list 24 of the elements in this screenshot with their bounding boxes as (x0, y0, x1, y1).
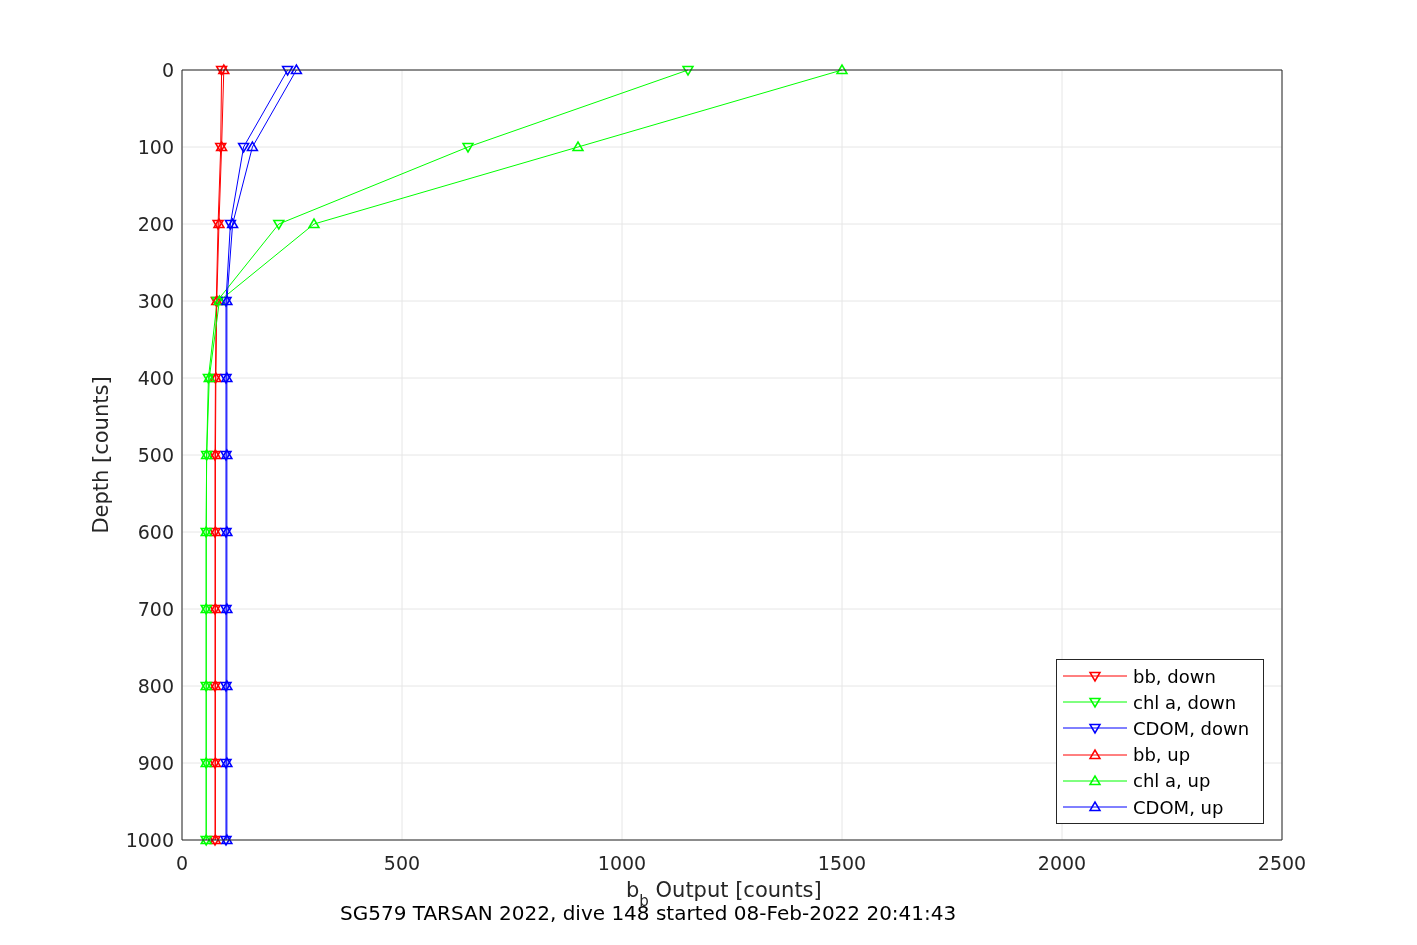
legend-label: bb, up (1133, 744, 1191, 766)
y-tick-label: 1000 (125, 829, 174, 851)
y-tick-label: 200 (137, 213, 174, 235)
legend-label: chl a, up (1133, 770, 1211, 792)
y-tick-label: 600 (137, 521, 174, 543)
x-tick-label: 1500 (817, 852, 867, 874)
x-tick-label: 2000 (1037, 852, 1087, 874)
x-tick-label: 0 (175, 852, 189, 874)
x-tick-label: 2500 (1257, 852, 1307, 874)
legend-label: CDOM, down (1133, 717, 1250, 739)
y-tick-label: 700 (137, 598, 174, 620)
y-tick-label: 0 (161, 59, 174, 81)
legend-label: chl a, down (1133, 691, 1237, 713)
y-tick-label: 300 (137, 290, 174, 312)
x-tick-label: 1000 (597, 852, 647, 874)
x-tick-label: 500 (383, 852, 421, 874)
y-tick-label: 900 (137, 752, 174, 774)
legend-label: CDOM, up (1133, 796, 1224, 818)
y-axis-label: Depth [counts] (89, 376, 113, 534)
y-tick-label: 400 (137, 367, 174, 389)
y-tick-label: 800 (137, 675, 174, 697)
y-tick-label: 100 (137, 136, 174, 158)
y-tick-label: 500 (137, 444, 174, 466)
legend-label: bb, down (1133, 665, 1216, 687)
